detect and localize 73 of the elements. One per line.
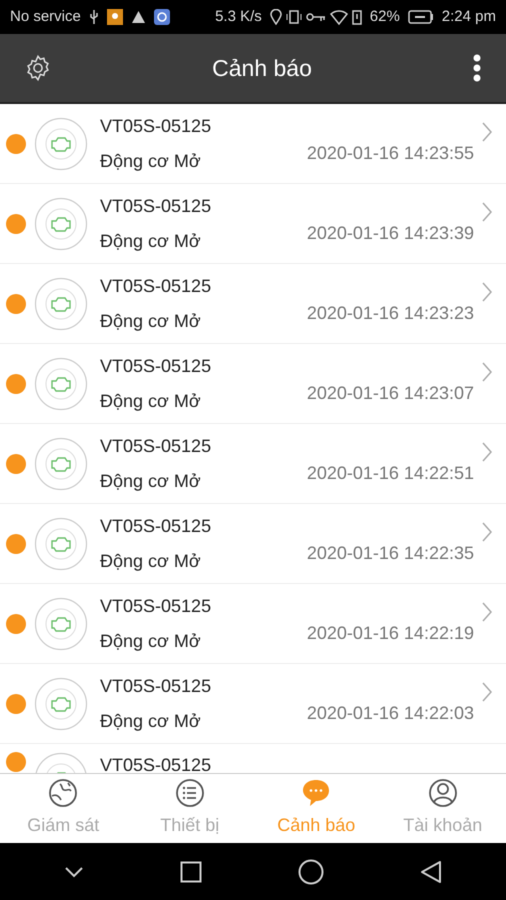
alert-time: 2020-01-16 14:23:39 <box>306 222 474 245</box>
alert-row[interactable]: VT05S-05125 Động cơ Mở 2020-01-16 14:23:55 <box>0 104 506 184</box>
plate-number: VT05S-05125 <box>100 354 212 378</box>
alert-row[interactable]: VT05S-05125 Động cơ Mở 2020-01-16 14:22:03 <box>0 664 506 744</box>
recents-button-icon[interactable] <box>180 860 202 882</box>
engine-icon <box>34 116 88 170</box>
network-speed-text: 5.3 K/s <box>215 6 262 27</box>
alert-row[interactable]: VT05S-05125 Động cơ Mở 2020-01-16 14:22:19 <box>0 584 506 664</box>
alert-time: 2020-01-16 14:22:03 <box>306 702 474 725</box>
plate-number: VT05S-05125 <box>100 514 212 538</box>
alert-time: 2020-01-16 14:23:55 <box>306 142 474 165</box>
engine-icon <box>34 596 88 650</box>
alert-event: Động cơ Mở <box>100 390 202 413</box>
notification-icon <box>106 9 123 25</box>
user-icon[interactable] <box>428 778 458 808</box>
alert-event: Động cơ Mở <box>100 150 202 173</box>
plate-number: VT05S-05125 <box>100 594 212 618</box>
carrier-text: No service <box>10 6 81 27</box>
plate-number: VT05S-05125 <box>100 274 212 298</box>
location-icon <box>270 9 282 25</box>
engine-icon <box>34 516 88 570</box>
key-icon <box>306 11 326 23</box>
alert-row[interactable]: VT05S-05125 Động cơ Mở 2020-01-16 14:22:51 <box>0 424 506 504</box>
plate-number: VT05S-05125 <box>100 754 212 773</box>
engine-icon <box>34 676 88 730</box>
alert-event: Động cơ Mở <box>100 470 202 493</box>
home-button-icon[interactable] <box>298 858 324 884</box>
alert-row[interactable]: VT05S-05125 Động cơ Mở 2020-01-16 14:22:35 <box>0 504 506 584</box>
plate-number: VT05S-05125 <box>100 194 212 218</box>
wifi-icon <box>330 9 348 25</box>
chevron-down-icon[interactable] <box>64 866 84 878</box>
battery-alert-icon <box>352 9 362 25</box>
chevron-right-icon <box>482 682 492 702</box>
alert-row[interactable]: VT05S-05125 Động cơ Mở 2020-01-16 14:23:23 <box>0 264 506 344</box>
list-icon[interactable] <box>174 778 205 808</box>
alert-event: Động cơ Mở <box>100 310 202 333</box>
battery-charging-icon <box>408 10 434 24</box>
engine-icon <box>34 276 88 330</box>
engine-icon <box>34 196 88 250</box>
chevron-right-icon <box>482 282 492 302</box>
globe-icon[interactable] <box>48 778 78 808</box>
plate-number: VT05S-05125 <box>100 674 212 698</box>
alert-time: 2020-01-16 14:23:07 <box>306 382 474 405</box>
alert-event: Động cơ Mở <box>100 710 202 733</box>
vibrate-icon <box>286 9 302 25</box>
chevron-right-icon <box>482 122 492 142</box>
alert-event: Động cơ Mở <box>100 630 202 653</box>
alert-time: 2020-01-16 14:22:19 <box>306 622 474 645</box>
engine-icon <box>34 356 88 410</box>
clock-text: 2:24 pm <box>442 6 496 27</box>
warning-icon <box>130 10 146 24</box>
alert-time: 2020-01-16 14:23:23 <box>306 302 474 325</box>
chevron-right-icon <box>482 442 492 462</box>
chevron-right-icon <box>482 202 492 222</box>
screen-title: Cảnh báo <box>212 54 312 83</box>
engine-icon <box>34 436 88 490</box>
alert-event: Động cơ Mở <box>100 230 202 253</box>
chevron-right-icon <box>482 602 492 622</box>
chevron-right-icon <box>482 362 492 382</box>
plate-number: VT05S-05125 <box>100 434 212 458</box>
alert-row[interactable]: VT05S-05125 Động cơ Mở 2020-01-16 14:23:39 <box>0 184 506 264</box>
back-button-icon[interactable] <box>420 860 442 884</box>
plate-number: VT05S-05125 <box>100 114 212 138</box>
alert-time: 2020-01-16 14:22:35 <box>306 542 474 565</box>
app-icon <box>154 9 170 25</box>
alert-event: Động cơ Mở <box>100 550 202 573</box>
more-menu-button[interactable] <box>472 54 482 82</box>
alert-time: 2020-01-16 14:22:51 <box>306 462 474 485</box>
battery-text: 62% <box>370 6 400 27</box>
chevron-right-icon <box>482 522 492 542</box>
settings-button[interactable] <box>24 54 52 82</box>
alert-row[interactable]: VT05S-05125 Động cơ Mở 2020-01-16 14:23:07 <box>0 344 506 424</box>
usb-icon <box>88 9 99 25</box>
